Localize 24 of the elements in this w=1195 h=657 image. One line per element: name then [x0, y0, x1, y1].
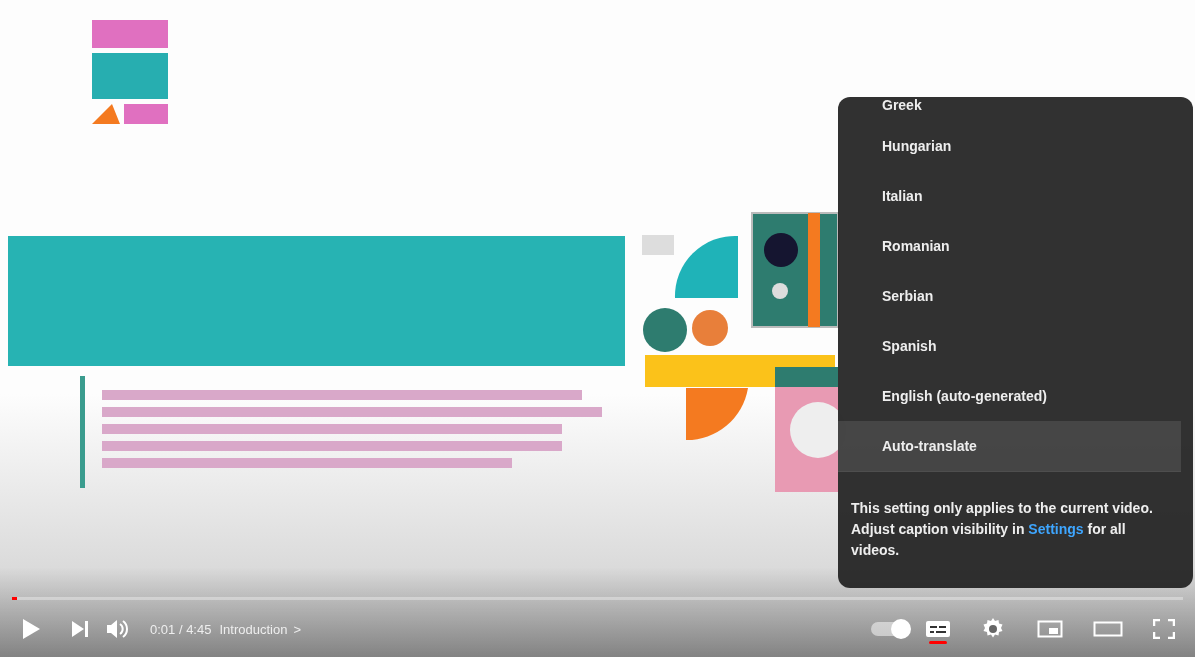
fullscreen-icon [1153, 619, 1175, 639]
theater-icon [1093, 619, 1123, 639]
language-option[interactable]: Auto-translate [838, 421, 1181, 471]
language-option[interactable]: English (auto-generated) [838, 371, 1181, 421]
speaker-icon [106, 619, 128, 639]
play-button[interactable] [20, 617, 42, 641]
miniplayer-icon [1037, 619, 1063, 639]
time-display: 0:01 / 4:45 [150, 621, 212, 637]
language-option[interactable]: Hungarian [838, 121, 1181, 171]
language-option[interactable]: Italian [838, 171, 1181, 221]
settings-link[interactable]: Settings [1028, 521, 1084, 537]
theater-button[interactable] [1093, 619, 1123, 639]
play-icon [20, 617, 42, 641]
subtitles-icon [925, 619, 951, 639]
next-icon [70, 619, 90, 639]
language-option[interactable]: Spanish [838, 321, 1181, 371]
language-option[interactable]: Romanian [838, 221, 1181, 271]
language-option[interactable]: Greek [838, 97, 1181, 121]
language-option[interactable]: Serbian [838, 271, 1181, 321]
fullscreen-button[interactable] [1153, 619, 1175, 639]
caption-note: This setting only applies to the current video. Adjust caption visibility in Settings for all videos. [850, 499, 1154, 560]
miniplayer-button[interactable] [1037, 619, 1063, 639]
next-button[interactable] [70, 619, 90, 639]
volume-button[interactable] [106, 619, 128, 639]
